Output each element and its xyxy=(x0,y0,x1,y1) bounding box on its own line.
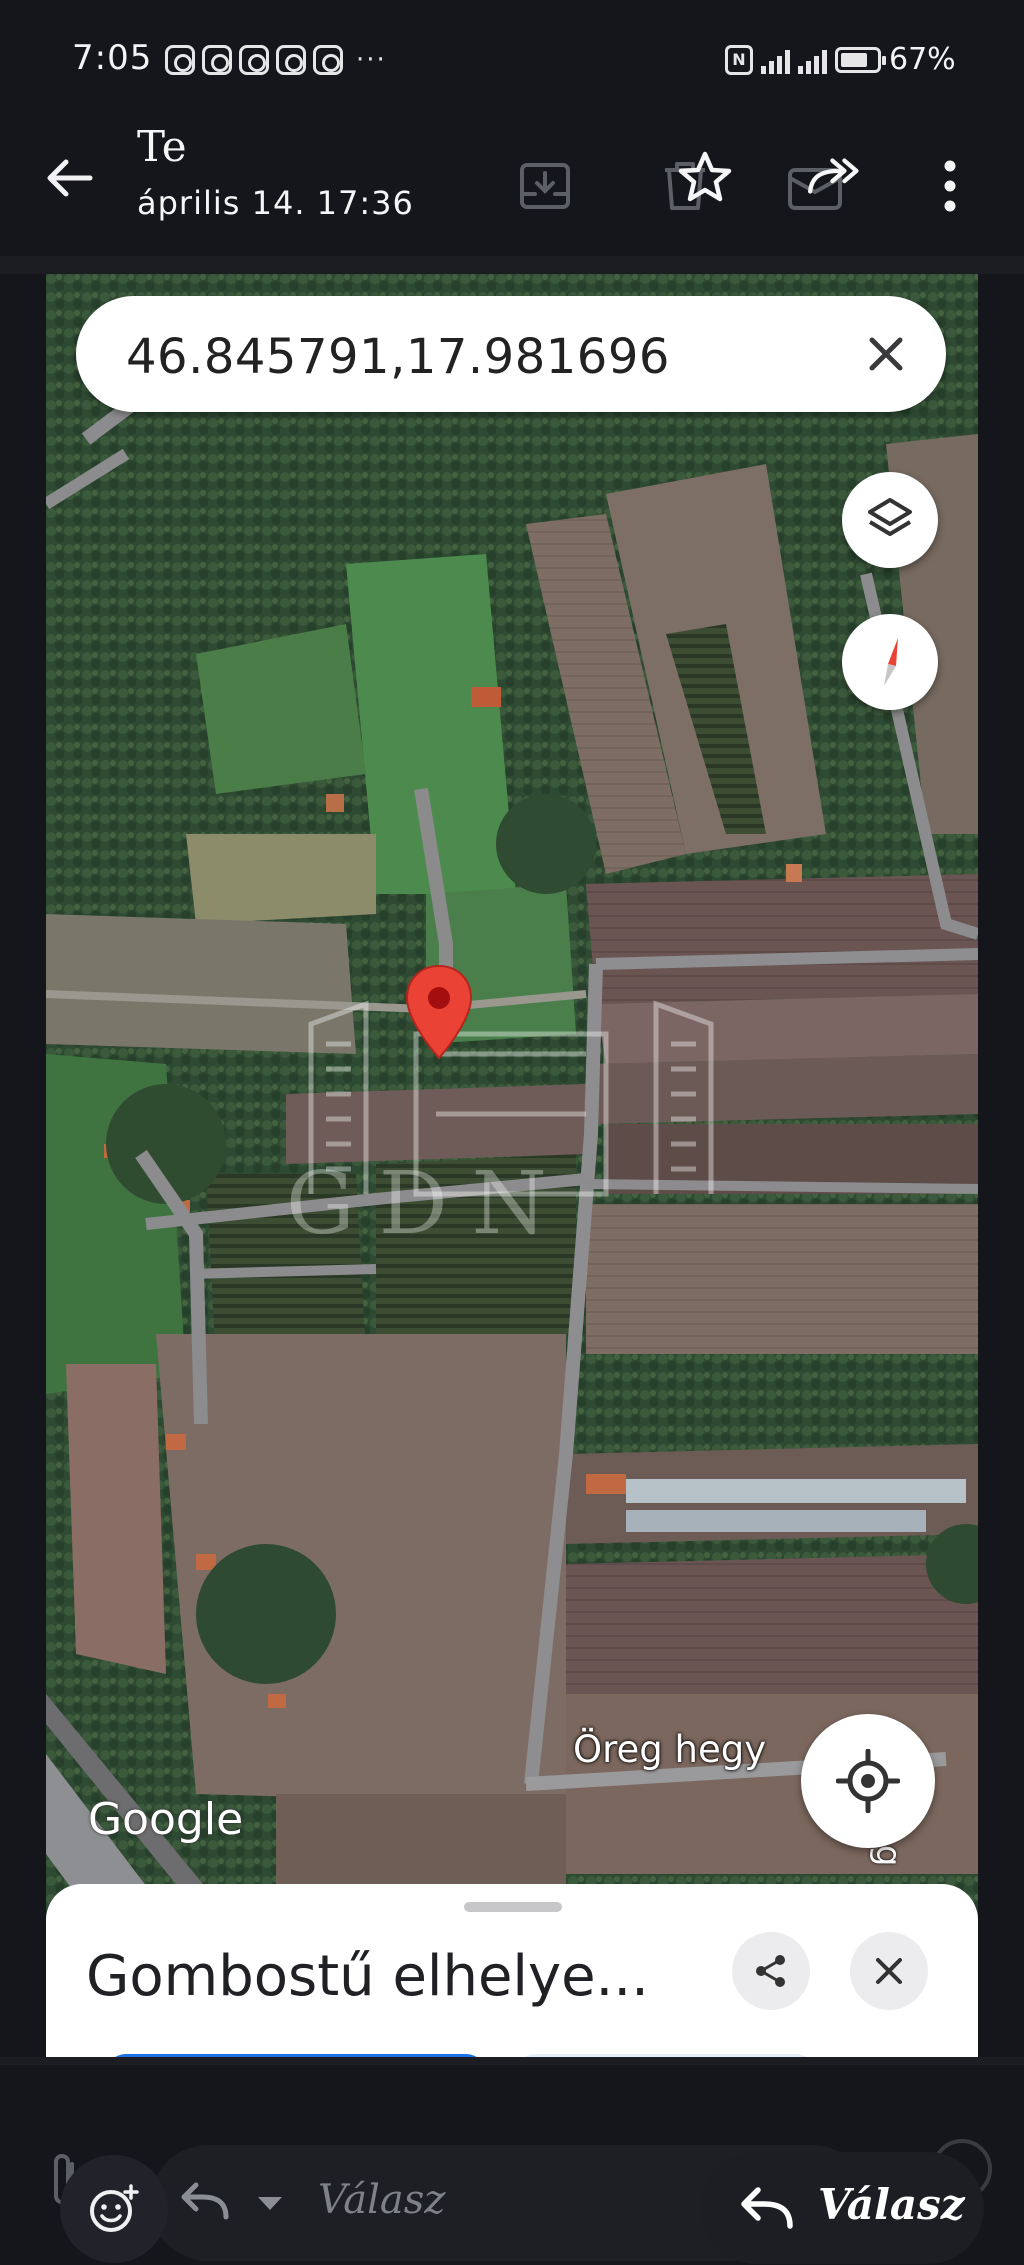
battery-icon xyxy=(835,46,886,73)
sheet-close-button[interactable] xyxy=(850,1932,928,2010)
message-header: Te április 14. 17:36 xyxy=(0,120,1024,260)
notification-icon xyxy=(202,45,232,75)
status-right: N 67% xyxy=(725,42,956,77)
notification-icons: ··· xyxy=(165,45,387,75)
reply-button-label: Válasz xyxy=(818,2180,965,2229)
star-icon[interactable] xyxy=(675,148,735,208)
reply-type-dropdown-icon[interactable] xyxy=(258,2197,282,2210)
share-icon xyxy=(756,1955,785,1987)
message-datetime: április 14. 17:36 xyxy=(137,184,414,222)
message-time: 17:36 xyxy=(316,184,414,222)
close-icon[interactable] xyxy=(866,334,906,374)
back-arrow-icon[interactable] xyxy=(40,148,100,208)
status-time: 7:05 xyxy=(72,38,153,78)
layers-icon xyxy=(868,498,912,536)
forward-icon[interactable] xyxy=(805,146,865,206)
notification-icon xyxy=(313,45,343,75)
reply-arrow-icon[interactable] xyxy=(180,2181,232,2223)
google-logo: Google xyxy=(88,1794,244,1845)
reply-icon xyxy=(741,2187,793,2229)
status-bar: 7:05 ··· N 67% xyxy=(0,0,1024,120)
battery-percent: 67% xyxy=(889,42,956,77)
more-vert-icon[interactable] xyxy=(930,156,970,216)
map-screenshot-image[interactable]: GDN 46.845791,17.981696 Öreg hegy Öreg h… xyxy=(46,274,978,2057)
map-pin-icon xyxy=(405,964,473,1060)
compass-icon xyxy=(884,638,898,686)
signal-icon xyxy=(761,46,790,74)
sheet-title: Gombostű elhelye... xyxy=(86,1944,649,2009)
reply-button[interactable]: Válasz xyxy=(700,2152,984,2264)
reply-bar: Válasz Válasz xyxy=(0,2065,1024,2265)
nfc-icon: N xyxy=(725,44,753,75)
coordinates-text: 46.845791,17.981696 xyxy=(126,329,670,385)
emoji-button[interactable] xyxy=(60,2155,168,2263)
my-location-icon xyxy=(836,1749,900,1813)
archive-icon[interactable] xyxy=(515,156,575,216)
notification-icon xyxy=(276,45,306,75)
my-location-button[interactable] xyxy=(801,1714,935,1848)
more-notifications-indicator: ··· xyxy=(356,45,387,75)
share-button[interactable] xyxy=(732,1932,810,2010)
close-icon xyxy=(876,1958,902,1984)
notification-icon xyxy=(239,45,269,75)
map-search-bar[interactable]: 46.845791,17.981696 xyxy=(76,296,946,412)
road-label: Öreg hegy xyxy=(573,1728,767,1771)
watermark-text: GDN xyxy=(286,1154,571,1254)
drag-handle[interactable] xyxy=(464,1902,562,1912)
reply-placeholder: Válasz xyxy=(318,2177,446,2223)
sender-name: Te xyxy=(137,122,187,171)
header-divider xyxy=(0,256,1024,274)
place-bottom-sheet[interactable]: Gombostű elhelye... xyxy=(46,1884,978,2057)
compass-button[interactable] xyxy=(842,614,938,710)
layers-button[interactable] xyxy=(842,472,938,568)
signal-icon-2 xyxy=(798,46,827,74)
message-date: április 14. xyxy=(137,184,306,222)
notification-icon xyxy=(165,45,195,75)
footer-divider xyxy=(0,2057,1024,2065)
add-reaction-icon xyxy=(90,2184,139,2232)
